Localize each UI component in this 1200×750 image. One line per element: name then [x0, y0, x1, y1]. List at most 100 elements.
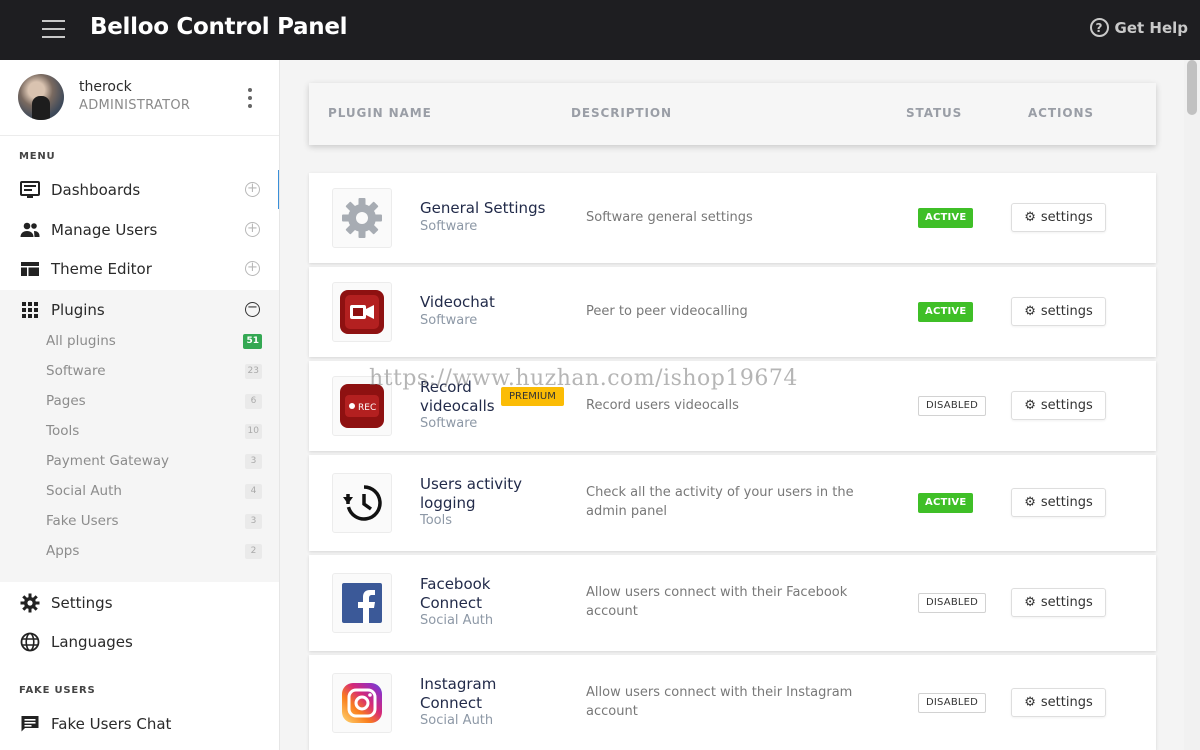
plugin-name: Facebook Connect: [420, 575, 491, 612]
plugin-description: Check all the activity of your users in …: [586, 485, 854, 519]
plugin-row: Users activity logging Tools Check all t…: [309, 455, 1156, 551]
plugin-row: Videochat Software Peer to peer videocal…: [309, 267, 1156, 357]
count-badge: 2: [245, 544, 262, 559]
status-badge: ACTIVE: [918, 302, 974, 322]
settings-button[interactable]: ⚙ settings: [1011, 391, 1106, 420]
count-badge: 51: [243, 334, 262, 349]
svg-text:REC: REC: [358, 403, 376, 413]
grid-icon: [22, 302, 38, 318]
settings-button-label: settings: [1040, 398, 1093, 413]
plugin-filter-tools[interactable]: Tools 10: [46, 420, 262, 444]
plugin-category: Software: [420, 219, 478, 234]
plugin-thumbnail: REC: [332, 376, 392, 436]
sidebar-item-plugins[interactable]: Plugins −: [0, 290, 279, 329]
filter-label: Payment Gateway: [46, 453, 170, 469]
header-status: STATUS: [906, 106, 963, 120]
count-badge: 23: [244, 364, 262, 379]
plugin-thumbnail: [332, 473, 392, 533]
filter-label: Social Auth: [46, 483, 122, 499]
status-badge: ACTIVE: [918, 208, 974, 228]
plugin-thumbnail: [332, 282, 392, 342]
sidebar-item-fake-users-chat[interactable]: Fake Users Chat: [0, 704, 279, 743]
dashboard-icon: [20, 181, 40, 198]
plugins-group: Plugins − All plugins 51 Software 23 Pag…: [0, 290, 279, 582]
plugin-category: Tools: [420, 513, 453, 528]
header-actions: ACTIONS: [1028, 106, 1094, 120]
plugin-category: Software: [420, 313, 478, 328]
plugin-category: Social Auth: [420, 713, 494, 728]
count-badge: 3: [245, 454, 262, 469]
avatar: [18, 74, 64, 120]
settings-button[interactable]: ⚙ settings: [1011, 688, 1106, 717]
expand-plus-icon[interactable]: +: [245, 261, 260, 276]
gear-icon: [342, 198, 382, 238]
gear-icon: ⚙: [1024, 695, 1036, 710]
facebook-icon: [342, 583, 382, 623]
sidebar-item-dashboards[interactable]: Dashboards +: [0, 170, 279, 209]
plugin-description: Peer to peer videocalling: [586, 304, 748, 319]
sidebar-item-settings[interactable]: Settings: [0, 583, 279, 622]
settings-button-label: settings: [1040, 304, 1093, 319]
sidebar: therock ADMINISTRATOR MENU Dashboards + …: [0, 60, 280, 750]
scrollbar-thumb[interactable]: [1187, 60, 1197, 115]
premium-badge: PREMIUM: [501, 387, 564, 406]
sidebar-item-label: Fake Users Chat: [51, 714, 172, 733]
gear-icon: ⚙: [1024, 210, 1036, 225]
gear-icon: ⚙: [1024, 495, 1036, 510]
status-badge: DISABLED: [918, 693, 987, 713]
settings-button-label: settings: [1040, 210, 1093, 225]
get-help-link[interactable]: ? Get Help: [1089, 18, 1188, 37]
plugin-category: Software: [420, 416, 478, 431]
settings-button-label: settings: [1040, 595, 1093, 610]
filter-label: Apps: [46, 543, 80, 559]
plugin-filter-apps[interactable]: Apps 2: [46, 540, 262, 564]
table-header: PLUGIN NAME DESCRIPTION STATUS ACTIONS: [309, 83, 1156, 145]
hamburger-menu-icon[interactable]: [42, 20, 65, 40]
plugin-description: Allow users connect with their Facebook …: [586, 585, 848, 619]
vertical-scrollbar[interactable]: [1184, 60, 1200, 750]
plugin-filter-payment-gateway[interactable]: Payment Gateway 3: [46, 450, 262, 474]
chat-icon: [21, 716, 39, 732]
globe-icon: [20, 632, 40, 652]
gear-icon: ⚙: [1024, 304, 1036, 319]
collapse-minus-icon[interactable]: −: [245, 301, 260, 317]
plugin-name: Videochat: [420, 293, 495, 311]
plugin-filter-social-auth[interactable]: Social Auth 4: [46, 480, 262, 504]
plugin-row: Instagram Connect Social Auth Allow user…: [309, 655, 1156, 750]
plugin-description: Software general settings: [586, 210, 753, 225]
count-badge: 4: [245, 484, 262, 499]
status-badge: ACTIVE: [918, 493, 974, 513]
help-circle-icon: ?: [1089, 18, 1109, 37]
sidebar-item-theme-editor[interactable]: Theme Editor +: [0, 249, 279, 288]
plugin-category: Social Auth: [420, 613, 494, 628]
settings-button-label: settings: [1040, 495, 1093, 510]
rec-icon: REC: [340, 384, 384, 428]
expand-plus-icon[interactable]: +: [245, 222, 260, 237]
plugin-filter-all[interactable]: All plugins 51: [46, 330, 262, 354]
sidebar-item-manage-users[interactable]: Manage Users +: [0, 210, 279, 249]
more-options-icon[interactable]: [246, 88, 254, 108]
fake-users-section-label: FAKE USERS: [19, 685, 96, 696]
settings-button[interactable]: ⚙ settings: [1011, 588, 1106, 617]
username: therock: [79, 79, 132, 95]
menu-section-label: MENU: [19, 151, 56, 162]
video-camera-icon: [340, 290, 384, 334]
settings-button[interactable]: ⚙ settings: [1011, 488, 1106, 517]
plugin-thumbnail: [332, 188, 392, 248]
filter-label: Software: [46, 363, 106, 379]
gear-icon: ⚙: [1024, 398, 1036, 413]
settings-button[interactable]: ⚙ settings: [1011, 297, 1106, 326]
filter-label: Pages: [46, 393, 86, 409]
filter-label: All plugins: [46, 333, 116, 349]
top-bar: Belloo Control Panel ? Get Help: [0, 0, 1200, 60]
settings-button[interactable]: ⚙ settings: [1011, 203, 1106, 232]
plugin-name: General Settings: [420, 199, 546, 217]
plugin-filter-fake-users[interactable]: Fake Users 3: [46, 510, 262, 534]
plugin-description: Record users videocalls: [586, 398, 739, 413]
plugin-filter-software[interactable]: Software 23: [46, 360, 262, 384]
plugin-name: Instagram Connect: [420, 675, 497, 712]
sidebar-item-languages[interactable]: Languages: [0, 622, 279, 661]
expand-plus-icon[interactable]: +: [245, 182, 260, 197]
sidebar-item-label: Manage Users: [51, 220, 158, 239]
plugin-filter-pages[interactable]: Pages 6: [46, 390, 262, 414]
